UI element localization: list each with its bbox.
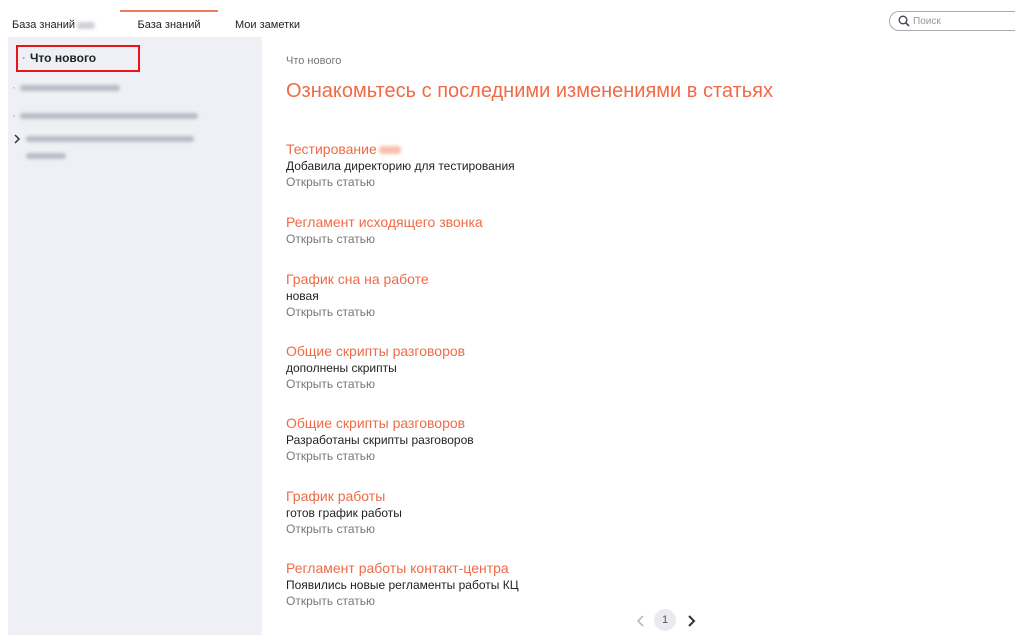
article-description: дополнены скрипты xyxy=(286,361,397,375)
article-title[interactable]: График сна на работе xyxy=(286,270,786,288)
article-title[interactable]: Регламент работы контакт-центра xyxy=(286,559,786,577)
chevron-left-icon[interactable] xyxy=(634,613,648,629)
sidebar-item-redacted-2[interactable]: · xyxy=(12,108,198,122)
article-item: Общие скрипты разговоров дополнены скрип… xyxy=(286,342,786,392)
article-description: Появились новые регламенты работы КЦ xyxy=(286,578,519,592)
sidebar-item-whats-new[interactable]: · Что нового xyxy=(16,45,140,72)
tab-my-notes[interactable]: Мои заметки xyxy=(235,10,300,36)
article-title[interactable]: График работы xyxy=(286,487,786,505)
open-article-link[interactable]: Открыть статью xyxy=(286,231,786,247)
bullet-icon: · xyxy=(12,80,16,94)
chevron-right-icon[interactable] xyxy=(684,613,698,629)
article-title[interactable]: Общие скрипты разговоров xyxy=(286,414,786,432)
open-article-link[interactable]: Открыть статью xyxy=(286,593,786,609)
bullet-icon: · xyxy=(22,51,26,65)
article-item: График работы готов график работы Открыт… xyxy=(286,487,786,537)
search-input[interactable]: Поиск xyxy=(889,11,1015,31)
article-description: Разработаны скрипты разговоров xyxy=(286,433,474,447)
top-navigation: База знаний База знаний Мои заметки Поис… xyxy=(0,0,1017,36)
article-item: Тестирование Добавила директорию для тес… xyxy=(286,140,786,190)
tab-label: Мои заметки xyxy=(235,19,301,31)
sidebar-item-redacted-1[interactable]: · xyxy=(12,80,120,94)
redacted-text xyxy=(20,84,120,91)
redacted-text xyxy=(26,135,194,142)
pagination: 1 xyxy=(634,609,722,633)
sidebar-item-label: Что нового xyxy=(30,51,97,65)
bullet-icon: · xyxy=(12,108,16,122)
page-title: Ознакомьтесь с последними изменениями в … xyxy=(286,80,773,102)
open-article-link[interactable]: Открыть статью xyxy=(286,521,786,537)
article-description: готов график работы xyxy=(286,506,402,520)
redacted-text xyxy=(20,112,198,119)
article-item: Регламент работы контакт-центра Появилис… xyxy=(286,559,786,609)
page-number-button[interactable]: 1 xyxy=(654,609,676,631)
open-article-link[interactable]: Открыть статью xyxy=(286,448,786,464)
redacted-text xyxy=(77,21,96,29)
redacted-text xyxy=(378,146,401,155)
chevron-right-icon xyxy=(14,134,21,144)
article-description: новая xyxy=(286,289,319,303)
article-description: Добавила директорию для тестирования xyxy=(286,159,515,173)
article-item: График сна на работе новая Открыть стать… xyxy=(286,270,786,320)
article-title[interactable]: Тестирование xyxy=(286,140,786,158)
breadcrumb: Что нового xyxy=(286,55,342,67)
open-article-link[interactable]: Открыть статью xyxy=(286,304,786,320)
tab-label: База знаний xyxy=(12,19,76,31)
tab-label: База знаний xyxy=(137,19,201,31)
article-item: Регламент исходящего звонка Открыть стат… xyxy=(286,213,786,247)
open-article-link[interactable]: Открыть статью xyxy=(286,174,786,190)
redacted-text xyxy=(26,152,66,159)
search-icon xyxy=(898,15,910,27)
article-title[interactable]: Общие скрипты разговоров xyxy=(286,342,786,360)
open-article-link[interactable]: Открыть статью xyxy=(286,376,786,392)
sidebar-item-redacted-folder[interactable] xyxy=(12,131,194,159)
sidebar: · Что нового · · xyxy=(8,37,262,635)
article-title[interactable]: Регламент исходящего звонка xyxy=(286,213,786,231)
tab-knowledge-base-project[interactable]: База знаний xyxy=(12,10,96,36)
tab-knowledge-base[interactable]: База знаний xyxy=(120,10,218,36)
article-item: Общие скрипты разговоров Разработаны скр… xyxy=(286,414,786,464)
search-placeholder: Поиск xyxy=(913,16,941,27)
